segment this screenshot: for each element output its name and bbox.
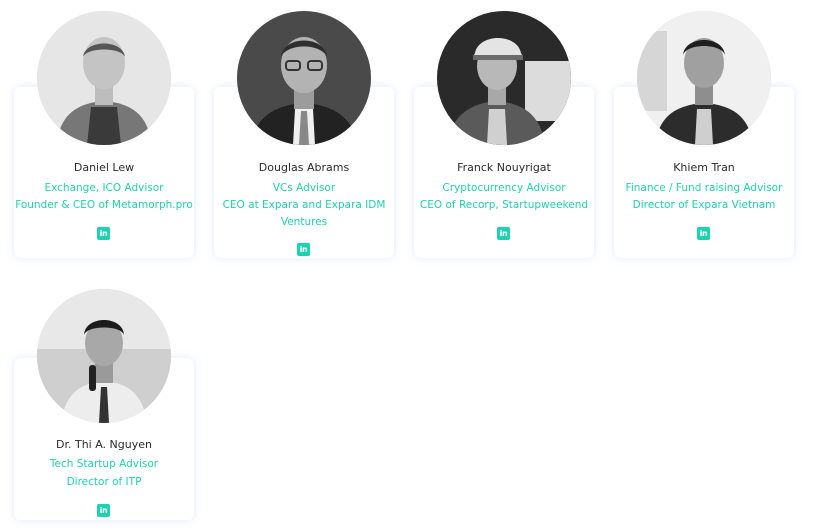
- member-photo: [637, 11, 771, 145]
- member-company: Director of ITP: [66, 476, 142, 488]
- member-company: CEO of Recorp, Startupweekend: [419, 199, 589, 211]
- member-role: Tech Startup Advisor: [49, 458, 159, 470]
- member-name: Daniel Lew: [73, 161, 135, 174]
- member-name: Douglas Abrams: [258, 161, 350, 174]
- member-role: Finance / Fund raising Advisor: [625, 182, 783, 194]
- linkedin-icon[interactable]: in: [97, 227, 110, 240]
- member-photo: [37, 11, 171, 145]
- member-photo: [437, 11, 571, 145]
- member-photo: [237, 11, 371, 145]
- linkedin-icon[interactable]: in: [697, 227, 710, 240]
- member-role: VCs Advisor: [272, 182, 336, 194]
- member-name: Dr. Thi A. Nguyen: [56, 438, 152, 451]
- team-grid: Daniel Lew Exchange, ICO Advisor Founder…: [0, 0, 821, 530]
- member-name: Franck Nouyrigat: [457, 161, 551, 174]
- linkedin-icon[interactable]: in: [297, 243, 310, 256]
- member-company: Director of Expara Vietnam: [632, 199, 776, 211]
- member-company: Founder & CEO of Metamorph.pro: [15, 199, 193, 211]
- member-name: Khiem Tran: [673, 161, 735, 174]
- member-role: Exchange, ICO Advisor: [44, 182, 164, 194]
- member-company: CEO at Expara and Expara IDM Ventures: [222, 199, 386, 228]
- member-role: Cryptocurrency Advisor: [442, 182, 566, 194]
- member-photo: [37, 289, 171, 423]
- linkedin-icon[interactable]: in: [497, 227, 510, 240]
- linkedin-icon[interactable]: in: [97, 504, 110, 517]
